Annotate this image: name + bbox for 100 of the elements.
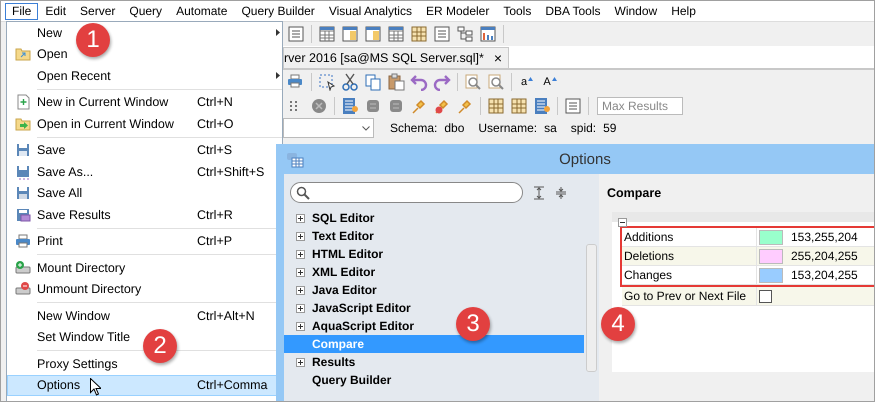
list-icon[interactable] bbox=[287, 25, 305, 43]
scrollbar[interactable] bbox=[586, 244, 597, 372]
new-page-icon[interactable] bbox=[14, 94, 30, 110]
printer-icon[interactable] bbox=[14, 233, 30, 250]
shortcut-label: Ctrl+S bbox=[197, 143, 232, 158]
tree-item[interactable]: HTML Editor bbox=[284, 245, 384, 263]
menu-item[interactable]: Automate bbox=[169, 2, 234, 20]
window-icon[interactable] bbox=[341, 25, 359, 43]
font-size-button[interactable]: a bbox=[517, 76, 537, 88]
menu-item[interactable]: Proxy Settings bbox=[37, 356, 118, 371]
tree-item-label: Compare bbox=[312, 337, 364, 351]
menu-item[interactable]: Save Results bbox=[37, 208, 111, 222]
table-icon[interactable] bbox=[318, 25, 336, 43]
selection-icon[interactable] bbox=[318, 73, 336, 91]
find-icon[interactable] bbox=[487, 73, 505, 91]
list-icon[interactable] bbox=[433, 25, 451, 43]
tree-item-label: AquaScript Editor bbox=[312, 319, 414, 333]
scissors-icon[interactable] bbox=[341, 73, 359, 91]
menu-item[interactable]: Save bbox=[37, 143, 66, 158]
undo-icon[interactable] bbox=[410, 73, 428, 91]
max-results-field[interactable]: Max Results bbox=[597, 97, 683, 115]
folder-arrow-icon[interactable] bbox=[14, 116, 30, 132]
menu-item[interactable]: Save As... bbox=[37, 164, 94, 179]
window-icon[interactable] bbox=[364, 25, 382, 43]
menu-item-label: Options bbox=[37, 378, 80, 392]
tree-item[interactable]: SQL Editor bbox=[284, 209, 374, 227]
shortcut-label: Ctrl+R bbox=[197, 208, 233, 222]
menu-item[interactable]: Server bbox=[73, 2, 122, 20]
menu-item[interactable]: Save All bbox=[37, 186, 82, 200]
chevron-down-icon bbox=[362, 126, 370, 130]
menu-item[interactable]: Open in Current Window bbox=[37, 116, 174, 131]
grid-table-icon[interactable] bbox=[487, 97, 505, 115]
close-tab-button[interactable]: × bbox=[494, 50, 502, 66]
grid-table-icon[interactable] bbox=[410, 25, 428, 43]
color-value: 255,204,255 bbox=[791, 249, 858, 263]
tree-item[interactable]: Java Editor bbox=[284, 281, 377, 299]
tree-item-label: XML Editor bbox=[312, 265, 376, 279]
dialog-title: Options bbox=[559, 150, 611, 168]
bar-chart-icon[interactable] bbox=[479, 25, 497, 43]
list-icon[interactable] bbox=[564, 97, 582, 115]
redo-icon[interactable] bbox=[433, 73, 451, 91]
menu-item[interactable]: New in Current Window bbox=[37, 95, 168, 110]
drive-plus-icon[interactable] bbox=[14, 260, 30, 276]
menu-item[interactable]: Query bbox=[122, 2, 170, 20]
collapse-all-icon[interactable] bbox=[555, 186, 567, 200]
menu-item[interactable]: Open Recent bbox=[37, 68, 111, 83]
stop-circle-icon[interactable] bbox=[310, 97, 328, 115]
menu-item[interactable]: ER Modeler bbox=[418, 2, 496, 20]
drive-minus-icon[interactable] bbox=[14, 281, 30, 298]
find-icon[interactable] bbox=[464, 73, 482, 91]
menu-item[interactable]: Tools bbox=[496, 2, 538, 20]
search-field[interactable] bbox=[290, 182, 523, 203]
editor-tab[interactable]: rver 2016 [sa@MS SQL Server.sql]* × bbox=[283, 47, 509, 68]
tree-item[interactable]: JavaScript Editor bbox=[284, 299, 411, 317]
expand-all-icon[interactable] bbox=[533, 186, 545, 200]
collapse-icon[interactable] bbox=[618, 218, 627, 227]
copy-icon[interactable] bbox=[364, 73, 382, 91]
menu-item[interactable]: Help bbox=[664, 2, 703, 20]
font-size-button[interactable]: A bbox=[540, 76, 560, 88]
menu-item[interactable]: Set Window Title bbox=[37, 330, 130, 344]
session-label: Schema: bbox=[390, 121, 438, 135]
table-icon[interactable] bbox=[387, 25, 405, 43]
database-window-icon bbox=[286, 150, 304, 168]
shortcut-label: Ctrl+P bbox=[197, 234, 232, 248]
caret-icon bbox=[528, 77, 534, 81]
tree-item[interactable]: Results bbox=[284, 353, 356, 371]
color-swatch[interactable] bbox=[759, 230, 783, 244]
tree-item[interactable]: AquaScript Editor bbox=[284, 317, 414, 335]
color-swatch[interactable] bbox=[759, 268, 783, 282]
search-icon bbox=[296, 186, 310, 200]
shortcut-label: Ctrl+Comma bbox=[197, 378, 268, 392]
color-swatch[interactable] bbox=[759, 248, 783, 264]
checkbox[interactable] bbox=[759, 290, 772, 302]
tree-item-label: HTML Editor bbox=[312, 247, 384, 261]
tree-item-label: Results bbox=[312, 355, 356, 369]
tree-item-label: JavaScript Editor bbox=[312, 301, 411, 315]
color-value: 153,255,204 bbox=[791, 230, 858, 244]
session-label: spid: bbox=[570, 121, 596, 135]
menu-item[interactable]: Query Builder bbox=[234, 2, 322, 20]
grid-table-icon[interactable] bbox=[510, 97, 528, 115]
session-value: sa bbox=[544, 121, 557, 135]
menu-item[interactable]: Print bbox=[37, 234, 63, 248]
paste-icon[interactable] bbox=[387, 73, 405, 91]
menu-item[interactable]: Open bbox=[37, 47, 68, 62]
tree-item[interactable]: Query Builder bbox=[284, 371, 392, 389]
shortcut-label: Ctrl+Shift+S bbox=[197, 164, 264, 179]
menu-item[interactable]: File bbox=[5, 2, 38, 20]
menu-item[interactable]: Unmount Directory bbox=[37, 282, 142, 296]
tree-item[interactable]: Text Editor bbox=[284, 227, 374, 245]
menu-item[interactable]: Mount Directory bbox=[37, 260, 126, 275]
tree-item[interactable]: XML Editor bbox=[284, 263, 376, 281]
menu-item[interactable]: New Window bbox=[37, 308, 110, 323]
menu-item[interactable]: DBA Tools bbox=[538, 2, 608, 20]
menu-item[interactable]: New bbox=[37, 26, 62, 40]
menu-item[interactable]: Visual Analytics bbox=[322, 2, 419, 20]
menu-item[interactable]: Edit bbox=[38, 2, 74, 20]
hierarchy-icon[interactable] bbox=[456, 25, 474, 43]
menu-item[interactable]: Window bbox=[608, 2, 664, 20]
tree-item-label: Query Builder bbox=[312, 373, 392, 387]
folder-icon[interactable] bbox=[14, 46, 30, 62]
